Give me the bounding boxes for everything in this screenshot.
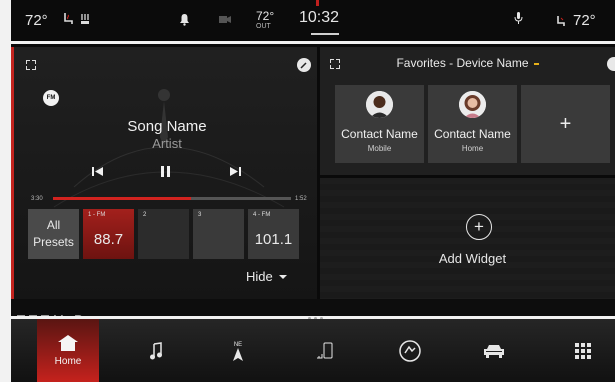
hide-presets-button[interactable]: Hide: [246, 269, 287, 284]
signal-indicator: [533, 62, 539, 65]
nav-phone[interactable]: [308, 319, 342, 382]
nav-comfort[interactable]: [390, 319, 430, 382]
avatar: [459, 91, 486, 118]
previous-track-button[interactable]: [92, 166, 104, 180]
seat-heat-icon[interactable]: [63, 12, 75, 26]
apps-grid-icon: [575, 342, 591, 359]
steering-heat-icon[interactable]: [79, 12, 91, 26]
favorites-title: Favorites - Device Name: [340, 56, 595, 70]
edit-icon[interactable]: [607, 57, 615, 71]
edit-icon[interactable]: [297, 58, 311, 72]
preset-2[interactable]: 2: [138, 209, 189, 259]
next-track-button[interactable]: [229, 166, 241, 180]
outside-temperature: 72° OUT: [256, 10, 274, 30]
add-favorite-button[interactable]: +: [521, 85, 610, 163]
notification-icon[interactable]: [179, 13, 190, 26]
nav-home-label: Home: [54, 356, 82, 367]
preset-frequency: 101.1: [254, 231, 293, 248]
expand-icon[interactable]: [26, 60, 36, 70]
preset-3[interactable]: 3: [193, 209, 244, 259]
svg-text:NE: NE: [234, 342, 242, 348]
pause-button[interactable]: [160, 166, 171, 180]
expand-icon[interactable]: [330, 59, 340, 69]
status-bar: 72° 72° OUT 10:32 72°: [11, 0, 615, 44]
passenger-seat-icon[interactable]: [555, 15, 567, 27]
vehicle-icon: [484, 344, 504, 358]
preset-1[interactable]: 1 - FM 88.7: [83, 209, 134, 259]
preset-frequency: 88.7: [93, 231, 124, 248]
driver-temperature[interactable]: 72°: [25, 12, 48, 29]
phone-icon: [317, 342, 333, 358]
preset-slot-label: 2: [143, 212, 147, 218]
music-note-icon: [150, 341, 162, 359]
preset-slot-label: 4 - FM: [253, 212, 271, 218]
home-icon: [58, 335, 78, 351]
song-title: Song Name: [127, 118, 207, 135]
pull-down-handle[interactable]: [311, 33, 339, 35]
fm-source-badge: FM: [43, 90, 59, 106]
nav-navigation[interactable]: NE: [221, 319, 255, 382]
progress-fill: [53, 197, 192, 200]
clock: 10:32: [299, 9, 340, 26]
top-indicator: [316, 0, 319, 6]
outside-temp-label: OUT: [256, 23, 271, 30]
contact-type: Home: [461, 144, 484, 153]
contact-type: Mobile: [367, 144, 392, 153]
media-widget: FM Song Name Artist 3:30 1:52 All Preset…: [11, 47, 317, 299]
all-presets-button[interactable]: All Presets: [28, 209, 79, 259]
preset-slot-label: 1 - FM: [88, 212, 106, 218]
nav-vehicle[interactable]: [477, 319, 511, 382]
artist-name: Artist: [152, 136, 182, 151]
passenger-climate[interactable]: 72°: [555, 12, 596, 29]
passenger-temperature[interactable]: 72°: [573, 12, 596, 29]
seat-heat-controls[interactable]: [63, 12, 91, 26]
nav-media[interactable]: [139, 319, 173, 382]
pause-icon: [161, 166, 170, 177]
preset-slot-label: 3: [198, 212, 202, 218]
progress-bar[interactable]: [53, 197, 291, 200]
camera-icon[interactable]: [219, 15, 231, 24]
add-widget-label: Add Widget: [438, 251, 507, 266]
hide-label: Hide: [246, 269, 273, 284]
avatar: [366, 91, 393, 118]
remaining-time: 1:52: [295, 196, 307, 202]
skip-back-icon: [92, 167, 103, 176]
bottom-nav-bar: Home NE: [11, 319, 615, 382]
favorites-widget: Favorites - Device Name Contact Name Mob…: [320, 47, 615, 175]
navigation-icon: NE: [233, 342, 243, 361]
comfort-icon: [399, 339, 421, 362]
favorites-title-text: Favorites - Device Name: [396, 56, 529, 70]
elapsed-time: 3:30: [31, 196, 43, 202]
add-circle-icon[interactable]: +: [466, 214, 492, 240]
microphone-icon[interactable]: [514, 12, 523, 25]
chevron-down-icon: [278, 274, 287, 279]
outside-temp-value: 72°: [256, 9, 275, 23]
preset-row: All Presets 1 - FM 88.7 2 3 4 - FM 101.1: [28, 209, 299, 259]
nav-home[interactable]: Home: [37, 319, 99, 382]
contact-name: Contact Name: [434, 127, 511, 141]
preset-4[interactable]: 4 - FM 101.1: [248, 209, 299, 259]
add-widget-area[interactable]: + Add Widget: [320, 178, 615, 299]
infotainment-screen: 72° 72° OUT 10:32 72° FM Song Name Artis…: [11, 0, 615, 382]
skip-forward-icon: [230, 167, 241, 176]
nav-apps[interactable]: [566, 319, 600, 382]
plus-icon: +: [559, 112, 572, 135]
contact-name: Contact Name: [341, 127, 418, 141]
favorite-contact-1[interactable]: Contact Name Mobile: [335, 85, 424, 163]
favorite-contact-2[interactable]: Contact Name Home: [428, 85, 517, 163]
